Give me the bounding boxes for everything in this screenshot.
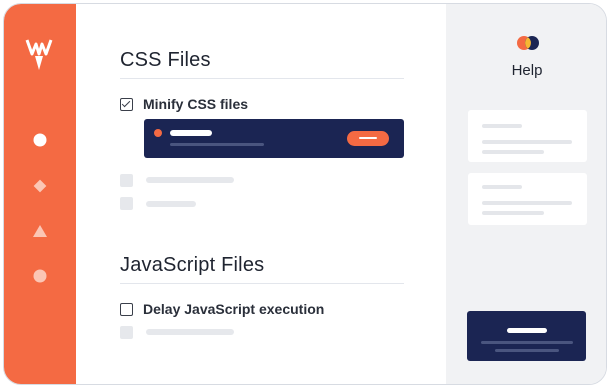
card-placeholder-line [482,140,572,144]
delay-js-label: Delay JavaScript execution [143,301,325,317]
circle-icon [33,133,47,147]
info-banner [144,119,404,158]
delay-js-checkbox[interactable] [120,302,133,316]
banner-action-button[interactable] [347,131,389,146]
delay-js-option[interactable]: Delay JavaScript execution [120,301,324,317]
css-section-title: CSS Files [120,49,211,71]
placeholder-label [146,201,196,207]
diamond-icon [33,179,47,193]
cta-placeholder-label [507,328,547,333]
sidebar-item-4[interactable] [32,268,48,284]
js-section-title: JavaScript Files [120,254,265,276]
minify-css-label: Minify CSS files [143,96,249,112]
circle-icon [33,269,47,283]
card-placeholder-line [482,150,544,154]
card-placeholder-line [482,211,544,215]
placeholder-checkbox[interactable] [120,326,133,339]
info-icon [154,129,162,137]
card-placeholder-line [482,201,572,205]
help-card[interactable] [468,173,587,225]
placeholder-label [146,329,234,335]
minify-css-checkbox[interactable] [120,97,133,111]
sidebar-item-1[interactable] [32,132,48,148]
sidebar-item-2[interactable] [32,178,48,194]
help-panel: Help [446,4,606,384]
placeholder-checkbox[interactable] [120,174,133,187]
wp-rocket-logo-icon [25,39,53,70]
help-card[interactable] [468,110,587,162]
help-title: Help [511,62,543,79]
minify-css-option[interactable]: Minify CSS files [120,96,248,112]
placeholder-checkbox[interactable] [120,197,133,210]
cta-placeholder-line [495,349,559,352]
banner-placeholder-subtext [170,143,264,146]
app-window: CSS Files Minify CSS files JavaScript Fi… [3,3,607,385]
placeholder-label [146,177,234,183]
help-logo-icon [517,36,539,50]
triangle-icon [33,225,47,237]
card-placeholder-title [482,185,522,189]
divider [120,78,404,79]
card-placeholder-title [482,124,522,128]
help-cta-button[interactable] [467,311,586,361]
banner-placeholder-text [170,130,212,136]
divider [120,283,404,284]
sidebar [4,4,76,384]
main-content: CSS Files Minify CSS files JavaScript Fi… [76,4,446,384]
cta-placeholder-line [481,341,573,344]
sidebar-item-3[interactable] [32,223,48,239]
